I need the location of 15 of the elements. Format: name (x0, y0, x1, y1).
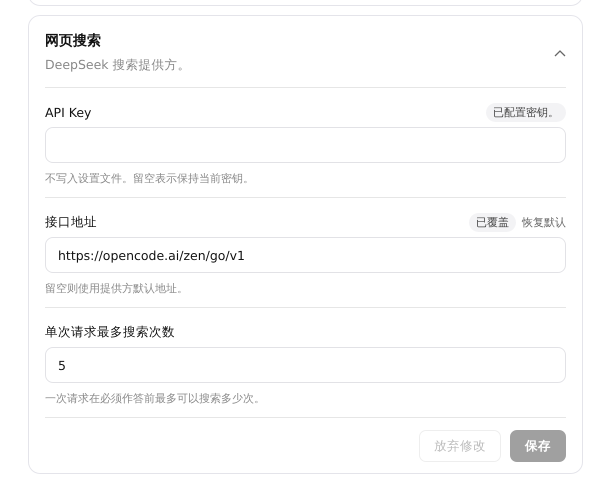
chevron-icon[interactable] (554, 48, 566, 56)
status-badge: 已覆盖 (469, 212, 516, 232)
field-hint: 不写入设置文件。留空表示保持当前密钥。 (45, 171, 255, 187)
field-hint: 一次请求在必须作答前最多可以搜索多少次。 (45, 391, 266, 407)
field-label: 接口地址 (45, 214, 97, 230)
field-label: API Key (45, 104, 92, 120)
section-subtitle: DeepSeek 搜索提供方。 (45, 56, 190, 74)
input-field[interactable]: https://opencode.ai/zen/go/v1 (45, 237, 566, 273)
status-badge: 已配置密钥。 (486, 102, 566, 122)
reset-link[interactable]: 恢复默认 (522, 214, 566, 230)
field-hint: 留空则使用提供方默认地址。 (45, 281, 189, 297)
field-label: 单次请求最多搜索次数 (45, 324, 175, 340)
input-field[interactable]: 5 (45, 347, 566, 383)
input-field[interactable] (45, 127, 566, 163)
section-title: 网页搜索 (45, 32, 102, 51)
